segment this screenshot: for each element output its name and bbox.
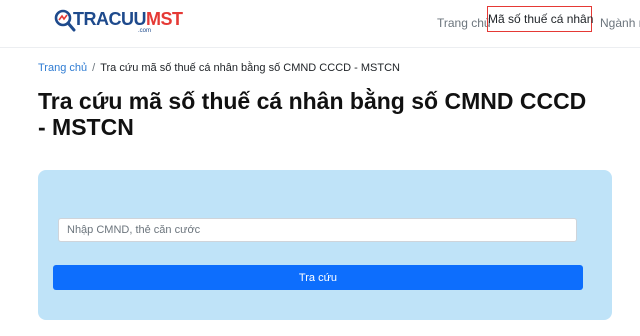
search-panel: Tra cứu — [38, 170, 612, 320]
logo-text: TRACUUMST — [73, 10, 183, 28]
breadcrumb-home-link[interactable]: Trang chủ — [38, 62, 87, 74]
logo-text-main: TRACUU — [73, 9, 147, 29]
page-title: Tra cứu mã số thuế cá nhân bằng số CMND … — [38, 88, 587, 140]
site-logo[interactable]: TRACUUMST .com — [54, 9, 183, 37]
logo-text-accent: MST — [146, 9, 183, 29]
breadcrumb-current: Tra cứu mã số thuế cá nhân bằng số CMND … — [100, 62, 400, 74]
breadcrumb: Trang chủ / Tra cứu mã số thuế cá nhân bằn… — [38, 62, 400, 75]
breadcrumb-separator: / — [92, 62, 96, 74]
search-button[interactable]: Tra cứu — [53, 265, 583, 290]
logo-subtext: .com — [138, 28, 152, 34]
nav-item-personal-tax-code[interactable]: Mã số thuế cá nhân — [487, 6, 593, 32]
id-number-search-input[interactable] — [58, 218, 577, 242]
nav-item-industry[interactable]: Ngành n — [600, 16, 640, 30]
site-header: TRACUUMST .com Trang chủ Mã số thuế cá n… — [0, 0, 640, 48]
nav-item-home[interactable]: Trang chủ — [437, 16, 491, 30]
